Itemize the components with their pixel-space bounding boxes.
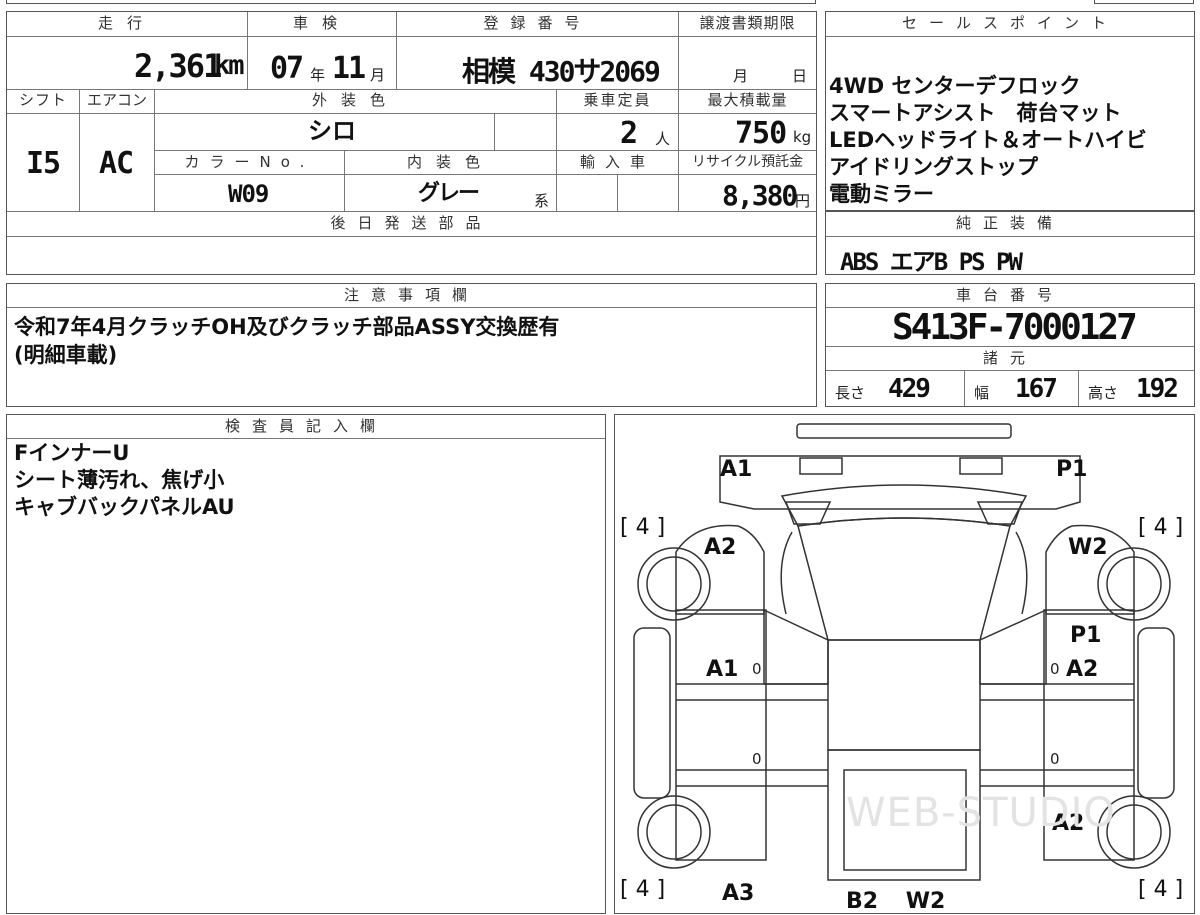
mark-top-right: P1 — [1056, 457, 1088, 482]
mark-fender-left: A2 — [704, 535, 737, 560]
mark-bottom-left: A3 — [722, 881, 755, 906]
header-sales-points: セールスポイント — [901, 14, 1118, 32]
spec-height-label: 高さ — [1088, 384, 1119, 402]
recycle-fee-unit: 円 — [795, 192, 811, 210]
mark-tire-front-right: [ 4 ] — [1138, 515, 1184, 540]
header-aircon: エアコン — [86, 91, 147, 109]
spec-length-label: 長さ — [835, 384, 866, 402]
header-specs: 諸元 — [982, 349, 1037, 367]
sales-point-3: LEDヘッドライト＆オートハイビ — [829, 128, 1147, 152]
header-color-no: カラーNo. — [184, 153, 315, 171]
sales-point-5: 電動ミラー — [829, 182, 934, 206]
header-notes: 注意事項欄 — [343, 286, 479, 304]
header-later-parts: 後日発送部品 — [330, 214, 493, 232]
registration-number: 相模 430サ2069 — [462, 55, 661, 88]
inspection-year: 07 — [270, 51, 304, 86]
mark-tire-rear-left: [ 4 ] — [620, 877, 666, 902]
capacity-unit: 人 — [655, 130, 671, 148]
standard-equipment-value: ABS エアB PS PW — [840, 248, 1023, 276]
header-capacity: 乗車定員 — [583, 91, 652, 109]
inspector-note-1: FインナーU — [14, 441, 130, 465]
spec-width-value: 167 — [1015, 374, 1058, 404]
interior-color-value: グレー — [418, 181, 480, 206]
watermark: WEB-STUDIO — [846, 790, 1116, 836]
mark-zero-4: 0 — [1050, 750, 1060, 768]
color-no-value: W09 — [228, 180, 269, 208]
header-max-load: 最大積載量 — [707, 91, 788, 109]
max-load-unit: kg — [793, 128, 812, 146]
max-load-value: 750 — [735, 116, 787, 151]
top-clipped-strip — [6, 0, 816, 4]
sales-point-4: アイドリングストップ — [829, 155, 1038, 179]
spec-length-value: 429 — [888, 374, 931, 404]
mark-door-right-p1: P1 — [1070, 623, 1102, 648]
header-exterior-color: 外装色 — [311, 91, 399, 109]
inspection-month: 11 — [332, 51, 366, 86]
header-inspection: 車検 — [292, 14, 351, 32]
recycle-fee-value: 8,380 — [722, 179, 798, 212]
notes-line-2: (明細車載) — [14, 343, 118, 367]
mark-zero-3: 0 — [752, 750, 762, 768]
inspection-year-unit: 年 — [310, 66, 326, 84]
header-shift: シフト — [18, 91, 67, 109]
mark-door-left: A1 — [706, 657, 739, 682]
inspector-note-2: シート薄汚れ、焦げ小 — [14, 468, 225, 492]
aircon-value: AC — [99, 146, 134, 181]
mark-top-left: A1 — [720, 457, 753, 482]
mark-door-right: A2 — [1066, 657, 1099, 682]
header-transfer-deadline: 譲渡書類期限 — [699, 14, 796, 32]
inspection-month-unit: 月 — [370, 66, 386, 84]
capacity-value: 2 — [620, 116, 639, 151]
interior-color-suffix: 系 — [534, 192, 550, 210]
mileage-value: 2,361 — [134, 47, 222, 85]
mileage-unit: km — [214, 50, 244, 81]
top-clipped-strip-right — [1094, 0, 1194, 4]
header-interior-color: 内装色 — [406, 153, 494, 171]
chassis-number: S413F-7000127 — [892, 307, 1138, 348]
notes-line-1: 令和7年4月クラッチOH及びクラッチ部品ASSY交換歴有 — [14, 315, 560, 339]
inspector-note-3: キャブバックパネルAU — [14, 495, 235, 519]
exterior-color-value: シロ — [308, 117, 356, 145]
sales-point-2: スマートアシスト 荷台マット — [829, 101, 1122, 125]
mark-zero-2: 0 — [1050, 660, 1060, 678]
mark-tire-rear-right: [ 4 ] — [1138, 877, 1184, 902]
mark-fender-right: W2 — [1068, 535, 1108, 560]
header-mileage: 走行 — [97, 14, 156, 32]
spec-height-value: 192 — [1136, 374, 1179, 404]
mark-bottom-center: B2 W2 — [846, 889, 946, 914]
header-registration: 登録番号 — [483, 14, 592, 32]
transfer-day-unit: 日 — [792, 67, 808, 85]
mark-zero-1: 0 — [752, 660, 762, 678]
mark-tire-front-left: [ 4 ] — [620, 515, 666, 540]
spec-width-label: 幅 — [974, 384, 990, 402]
header-chassis-no: 車台番号 — [955, 286, 1064, 304]
header-imported: 輸入車 — [579, 153, 655, 171]
sales-point-1: 4WD センターデフロック — [829, 74, 1081, 98]
header-recycle-fee: リサイクル預託金 — [691, 154, 804, 170]
header-standard-equipment: 純正装備 — [955, 214, 1064, 232]
header-inspector: 検査員記入欄 — [224, 417, 387, 435]
transfer-month-unit: 月 — [733, 67, 749, 85]
shift-value: I5 — [26, 146, 61, 181]
